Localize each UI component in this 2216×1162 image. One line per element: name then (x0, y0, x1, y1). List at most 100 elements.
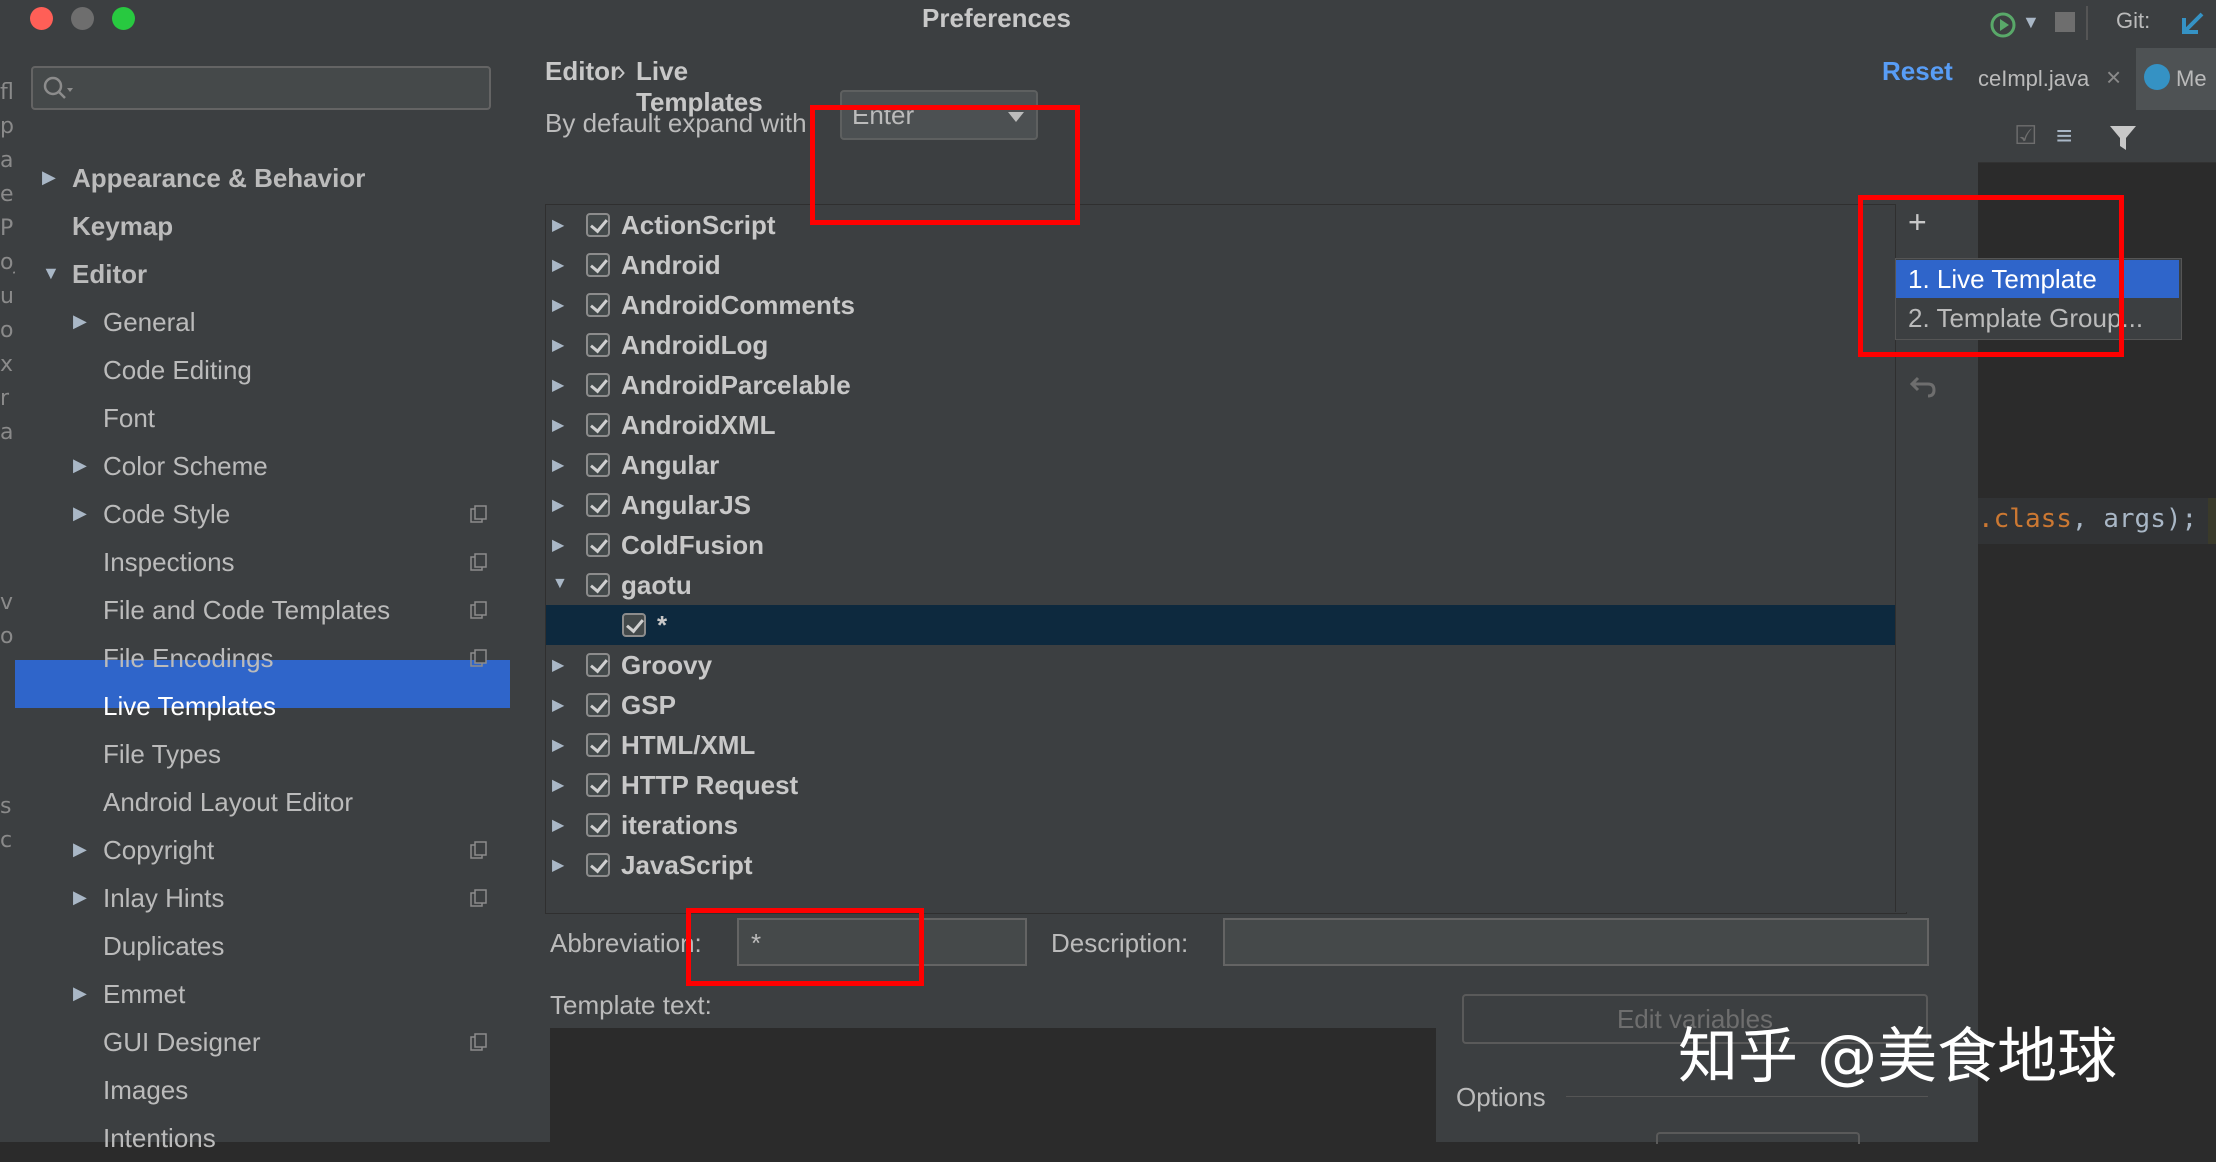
chevron-right-icon[interactable]: ▶ (73, 887, 87, 908)
template-enabled-checkbox[interactable] (586, 853, 610, 877)
chevron-right-icon[interactable]: ▶ (552, 855, 564, 875)
chevron-right-icon[interactable]: ▶ (552, 375, 564, 395)
chevron-down-icon[interactable]: ▼ (2022, 12, 2040, 33)
sidebar-item-file-encodings[interactable]: File Encodings (103, 634, 274, 682)
chevron-right-icon[interactable]: ▶ (73, 839, 87, 860)
template-group-row[interactable]: ▶ GSP (546, 685, 1896, 725)
sidebar-item-editor[interactable]: Editor (72, 250, 147, 298)
run-icon[interactable] (1988, 10, 2018, 40)
template-enabled-checkbox[interactable] (586, 773, 610, 797)
chevron-right-icon[interactable]: ▶ (552, 335, 564, 355)
template-group-row[interactable]: ▶ JavaScript (546, 845, 1896, 885)
chevron-right-icon[interactable]: ▶ (552, 695, 564, 715)
template-enabled-checkbox[interactable] (586, 533, 610, 557)
chevron-right-icon[interactable]: ▶ (552, 495, 564, 515)
template-enabled-checkbox[interactable] (586, 293, 610, 317)
template-enabled-checkbox[interactable] (586, 813, 610, 837)
stop-icon[interactable] (2055, 12, 2075, 32)
template-group-row[interactable]: ▶ iterations (546, 805, 1896, 845)
template-enabled-checkbox[interactable] (586, 573, 610, 597)
search-input[interactable] (31, 66, 491, 110)
editor-tab-label[interactable]: ceImpl.java (1978, 66, 2089, 92)
chevron-right-icon[interactable]: ▶ (73, 455, 87, 476)
chevron-right-icon[interactable]: ▶ (552, 655, 564, 675)
chevron-right-icon[interactable]: ▶ (552, 215, 564, 235)
options-dropdown-partial[interactable] (1656, 1132, 1860, 1144)
sidebar-item-duplicates[interactable]: Duplicates (103, 922, 224, 970)
chevron-right-icon[interactable]: ▶ (552, 455, 564, 475)
sidebar-item-copyright[interactable]: Copyright (103, 826, 214, 874)
template-text-editor[interactable] (550, 1028, 1436, 1142)
sidebar-item-keymap[interactable]: Keymap (72, 202, 173, 250)
breadcrumb-parent[interactable]: Editor (545, 56, 620, 87)
sidebar-item-gui-designer[interactable]: GUI Designer (103, 1018, 261, 1066)
chevron-right-icon[interactable]: ▶ (552, 815, 564, 835)
template-enabled-checkbox[interactable] (586, 413, 610, 437)
template-row[interactable]: * (546, 605, 1896, 645)
template-group-row[interactable]: ▶ Android (546, 245, 1896, 285)
template-group-row[interactable]: ▶ Angular (546, 445, 1896, 485)
template-group-row[interactable]: ▶ HTML/XML (546, 725, 1896, 765)
sidebar-item-emmet[interactable]: Emmet (103, 970, 185, 1018)
undo-icon[interactable] (1910, 372, 1938, 398)
sidebar-item-android-layout-editor[interactable]: Android Layout Editor (103, 778, 353, 826)
chevron-right-icon[interactable]: ▶ (73, 503, 87, 524)
sidebar-item-color-scheme[interactable]: Color Scheme (103, 442, 268, 490)
template-enabled-checkbox[interactable] (586, 493, 610, 517)
template-enabled-checkbox[interactable] (586, 253, 610, 277)
template-enabled-checkbox[interactable] (586, 333, 610, 357)
chevron-right-icon[interactable]: ▶ (552, 255, 564, 275)
template-group-row[interactable]: ▶ AngularJS (546, 485, 1896, 525)
template-group-row[interactable]: ▼ gaotu (546, 565, 1896, 605)
template-group-row[interactable]: ▶ AndroidParcelable (546, 365, 1896, 405)
sidebar-item-inspections[interactable]: Inspections (103, 538, 235, 586)
annotation-box-expand (810, 105, 1080, 225)
code-caret-highlight (2208, 498, 2216, 544)
chevron-right-icon[interactable]: ▶ (552, 775, 564, 795)
chevron-down-icon[interactable]: ▼ (42, 263, 60, 284)
sort-icon[interactable]: ≡ (2056, 120, 2072, 152)
template-enabled-checkbox[interactable] (586, 373, 610, 397)
git-update-icon[interactable] (2178, 8, 2208, 38)
sidebar-item-live-templates[interactable]: Live Templates (103, 682, 276, 730)
chevron-right-icon[interactable]: ▶ (42, 167, 56, 188)
filter-icon[interactable] (2108, 122, 2140, 154)
template-group-row[interactable]: ▶ AndroidLog (546, 325, 1896, 365)
chevron-down-icon[interactable]: ▼ (552, 575, 568, 593)
reset-link[interactable]: Reset (1882, 56, 1953, 87)
chevron-right-icon[interactable]: ▶ (73, 983, 87, 1004)
template-group-row[interactable]: ▶ AndroidComments (546, 285, 1896, 325)
sidebar-item-general[interactable]: General (103, 298, 196, 346)
sidebar-item-file-and-code-templates[interactable]: File and Code Templates (103, 586, 390, 634)
sidebar-item-intentions[interactable]: Intentions (103, 1114, 216, 1162)
template-group-row[interactable]: ▶ ActionScript (546, 205, 1896, 245)
sidebar-item-inlay-hints[interactable]: Inlay Hints (103, 874, 224, 922)
template-group-row[interactable]: ▶ Groovy (546, 645, 1896, 685)
chevron-right-icon[interactable]: ▶ (552, 735, 564, 755)
editor-tab-active[interactable]: Me (2136, 48, 2216, 110)
check-list-icon[interactable]: ☑ (2014, 120, 2037, 151)
template-group-row[interactable]: ▶ ColdFusion (546, 525, 1896, 565)
template-enabled-checkbox[interactable] (586, 653, 610, 677)
chevron-right-icon[interactable]: ▶ (552, 535, 564, 555)
close-icon[interactable]: × (2106, 62, 2121, 93)
template-enabled-checkbox[interactable] (586, 213, 610, 237)
template-enabled-checkbox[interactable] (586, 733, 610, 757)
chevron-right-icon[interactable]: ▶ (73, 311, 87, 332)
description-input[interactable] (1223, 918, 1929, 966)
sidebar-item-file-types[interactable]: File Types (103, 730, 221, 778)
chevron-right-icon[interactable]: ▶ (552, 415, 564, 435)
template-group-row[interactable]: ▶ AndroidXML (546, 405, 1896, 445)
sidebar-item-appearance-behavior[interactable]: Appearance & Behavior (72, 154, 365, 202)
template-enabled-checkbox[interactable] (622, 613, 646, 637)
template-group-row[interactable]: ▶ HTTP Request (546, 765, 1896, 805)
sidebar-item-font[interactable]: Font (103, 394, 155, 442)
template-enabled-checkbox[interactable] (586, 693, 610, 717)
sidebar-item-code-editing[interactable]: Code Editing (103, 346, 252, 394)
chevron-right-icon[interactable]: ▶ (552, 295, 564, 315)
editor-tab-label[interactable]: Me (2176, 66, 2207, 92)
sidebar-item-images[interactable]: Images (103, 1066, 188, 1114)
sidebar-item-code-style[interactable]: Code Style (103, 490, 230, 538)
template-label: gaotu (621, 570, 692, 600)
template-enabled-checkbox[interactable] (586, 453, 610, 477)
